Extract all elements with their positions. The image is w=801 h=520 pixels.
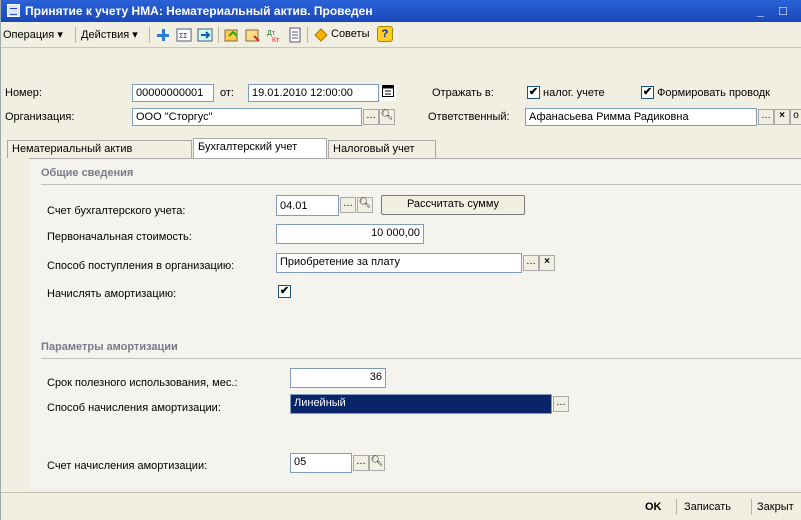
- toolbar-separator: [149, 27, 150, 43]
- report-icon[interactable]: [287, 27, 303, 43]
- resp-label: Ответственный:: [428, 111, 510, 123]
- way-label: Способ начисления амортизации:: [47, 402, 221, 414]
- resp-search-icon[interactable]: o: [790, 109, 801, 125]
- movements-icon[interactable]: [224, 27, 240, 43]
- resp-clear-icon[interactable]: ×: [774, 109, 790, 125]
- resp-field[interactable]: Афанасьева Римма Радиковна: [525, 108, 757, 126]
- org-select-button[interactable]: …: [363, 109, 379, 125]
- footer-separator: [751, 499, 752, 515]
- tab-intangible-asset[interactable]: Нематериальный актив: [7, 140, 192, 158]
- date-label: от:: [220, 87, 234, 99]
- account-select-button[interactable]: …: [340, 197, 356, 213]
- account-field[interactable]: 04.01: [276, 195, 339, 216]
- method-clear-icon[interactable]: ×: [539, 255, 555, 271]
- close-button[interactable]: Закрыт: [757, 501, 794, 513]
- tips-button[interactable]: Советы: [331, 28, 369, 40]
- cost-field[interactable]: 10 000,00: [276, 224, 424, 244]
- toolbar-separator: [218, 27, 219, 43]
- form-entries-label: Формировать проводк: [657, 87, 770, 99]
- svg-text:ΣΣ: ΣΣ: [179, 33, 188, 40]
- structure-icon[interactable]: ΣΣ: [176, 27, 192, 43]
- resp-select-button[interactable]: …: [758, 109, 774, 125]
- number-field[interactable]: 00000000001: [132, 84, 214, 102]
- org-label: Организация:: [5, 111, 75, 123]
- window-title: Принятие к учету НМА: Нематериальный акт…: [25, 4, 373, 18]
- toolbar: Операция ▾ Действия ▾ ΣΣ Дт Кт Советы ?: [1, 22, 801, 48]
- section-divider: [41, 184, 801, 185]
- tax-label: налог. учете: [543, 87, 605, 99]
- cost-label: Первоначальная стоимость:: [47, 231, 192, 243]
- print-icon[interactable]: [245, 27, 261, 43]
- document-icon: [7, 4, 20, 17]
- amort-account-select-button[interactable]: …: [353, 455, 369, 471]
- way-field[interactable]: Линейный: [290, 394, 552, 414]
- account-search-icon[interactable]: 🔍︎: [357, 197, 373, 213]
- document-window: Принятие к учету НМА: Нематериальный акт…: [0, 0, 801, 520]
- date-field[interactable]: 19.01.2010 12:00:00: [248, 84, 379, 102]
- term-field[interactable]: 36: [290, 368, 386, 388]
- save-button[interactable]: Записать: [684, 501, 731, 513]
- reflect-label: Отражать в:: [432, 87, 494, 99]
- org-field[interactable]: ООО "Сторгус": [132, 108, 362, 126]
- debit-credit-icon[interactable]: ДтКт: [266, 27, 282, 43]
- amort-account-field[interactable]: 05: [290, 453, 352, 473]
- minimize-button[interactable]: _: [757, 3, 764, 18]
- svg-text:Дт: Дт: [267, 30, 276, 37]
- method-label: Способ поступления в организацию:: [47, 260, 235, 272]
- refresh-icon[interactable]: [197, 27, 213, 43]
- tips-icon[interactable]: [313, 27, 329, 43]
- tab-tax[interactable]: Налоговый учет: [328, 140, 436, 158]
- toolbar-separator: [307, 27, 308, 43]
- amort-section-title: Параметры амортизации: [41, 341, 178, 353]
- method-field[interactable]: Приобретение за плату: [276, 253, 522, 273]
- way-select-button[interactable]: …: [553, 396, 569, 412]
- org-search-icon[interactable]: 🔍︎: [379, 109, 395, 125]
- bottom-bar: OK Записать Закрыт: [1, 492, 801, 520]
- account-label: Счет бухгалтерского учета:: [47, 205, 186, 217]
- tax-checkbox[interactable]: ✔: [527, 86, 540, 99]
- menu-operation[interactable]: Операция ▾: [3, 28, 63, 41]
- section-divider: [41, 358, 801, 359]
- toolbar-separator: [75, 27, 76, 43]
- amort-account-label: Счет начисления амортизации:: [47, 460, 208, 472]
- method-select-button[interactable]: …: [523, 255, 539, 271]
- number-label: Номер:: [5, 87, 42, 99]
- tab-accounting[interactable]: Бухгалтерский учет: [193, 138, 327, 159]
- amort-label: Начислять амортизацию:: [47, 288, 177, 300]
- term-label: Срок полезного использования, мес.:: [47, 377, 238, 389]
- maximize-button[interactable]: □: [779, 3, 787, 18]
- form-entries-checkbox[interactable]: ✔: [641, 86, 654, 99]
- amort-account-search-icon[interactable]: 🔍︎: [369, 455, 385, 471]
- footer-separator: [676, 499, 677, 515]
- ok-button[interactable]: OK: [645, 501, 662, 513]
- add-icon[interactable]: [155, 27, 171, 43]
- help-icon[interactable]: ?: [377, 26, 393, 42]
- calendar-icon[interactable]: [380, 85, 396, 101]
- general-section-title: Общие сведения: [41, 167, 134, 179]
- title-bar[interactable]: Принятие к учету НМА: Нематериальный акт…: [1, 0, 801, 22]
- amort-checkbox[interactable]: ✔: [278, 285, 291, 298]
- calculate-sum-button[interactable]: Рассчитать сумму: [381, 195, 525, 215]
- svg-text:Кт: Кт: [272, 37, 280, 43]
- menu-actions[interactable]: Действия ▾: [81, 28, 138, 41]
